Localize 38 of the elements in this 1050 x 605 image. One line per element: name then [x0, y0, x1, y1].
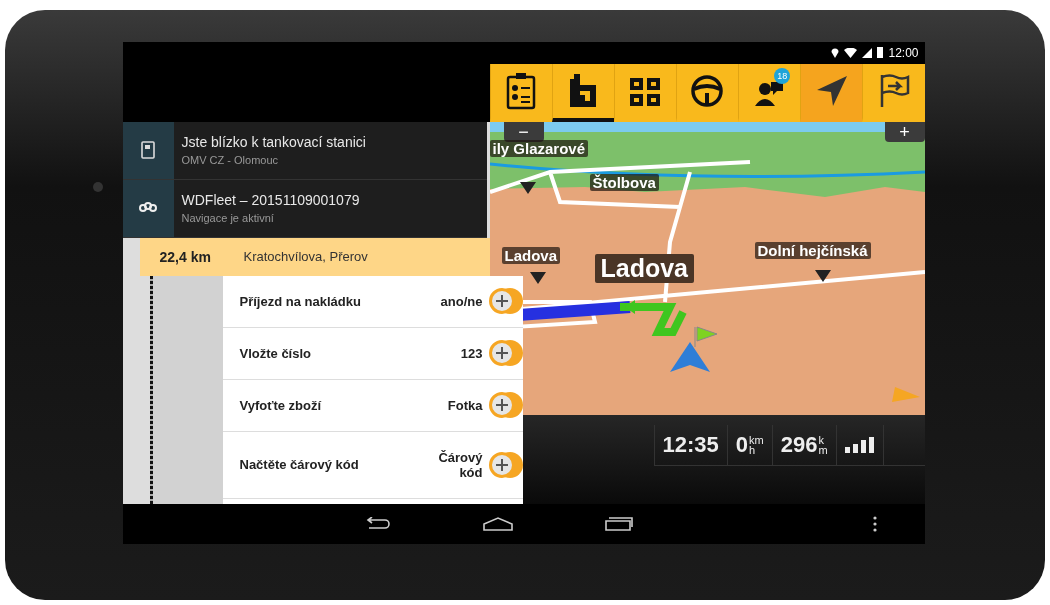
recent-apps-icon[interactable]	[604, 516, 633, 531]
task-value: Čárový kód	[437, 449, 483, 480]
signal-icon	[862, 47, 873, 58]
current-street-label: Ladova	[594, 253, 695, 283]
home-icon[interactable]	[482, 516, 513, 531]
notification[interactable]: Jste blízko k tankovací stanici OMV CZ - Olomouc	[122, 121, 487, 180]
arrival-time: 12:35	[654, 424, 728, 465]
notification-title: Jste blízko k tankovací stanici	[181, 134, 366, 150]
plus-icon	[495, 295, 508, 307]
steering-wheel-icon	[690, 73, 725, 108]
battery-icon	[877, 47, 884, 58]
fuel-pump-icon	[141, 141, 155, 159]
task-value: 123	[459, 345, 483, 361]
distance-text: 22,4 km	[158, 248, 212, 265]
notification[interactable]: WDFleet – 20151109001079 Navigace je aktivní	[122, 179, 487, 238]
toolbar-tab[interactable]	[800, 63, 863, 122]
location-icon	[831, 47, 840, 58]
task-label: Příjezd na nakládku	[239, 293, 362, 309]
task-value: Fotka	[446, 397, 483, 413]
signal-bars-icon	[844, 436, 875, 453]
plus-icon	[495, 399, 508, 411]
wifi-icon	[844, 47, 858, 58]
task-label: Vložte číslo	[239, 345, 313, 361]
clipboard-icon	[506, 71, 537, 110]
task-label: Načtěte čárový kód	[239, 457, 360, 472]
notification-subtitle: OMV CZ - Olomouc	[181, 154, 280, 166]
task-label: Vyfoťte zboží	[239, 397, 323, 413]
more-menu-icon[interactable]	[872, 515, 877, 532]
camera-dot	[93, 182, 103, 192]
status-time: 12:00	[888, 45, 919, 60]
plus-icon	[495, 347, 508, 359]
address-text: Kratochvílova, Přerov	[243, 249, 368, 264]
plus-icon	[495, 458, 508, 471]
app-logo-icon	[138, 202, 158, 214]
notification-subtitle: Navigace je aktivní	[181, 212, 275, 224]
notification-badge: 18	[774, 67, 791, 84]
notification-title: WDFleet – 20151109001079	[181, 192, 360, 208]
task-value: ano/ne	[439, 293, 483, 309]
